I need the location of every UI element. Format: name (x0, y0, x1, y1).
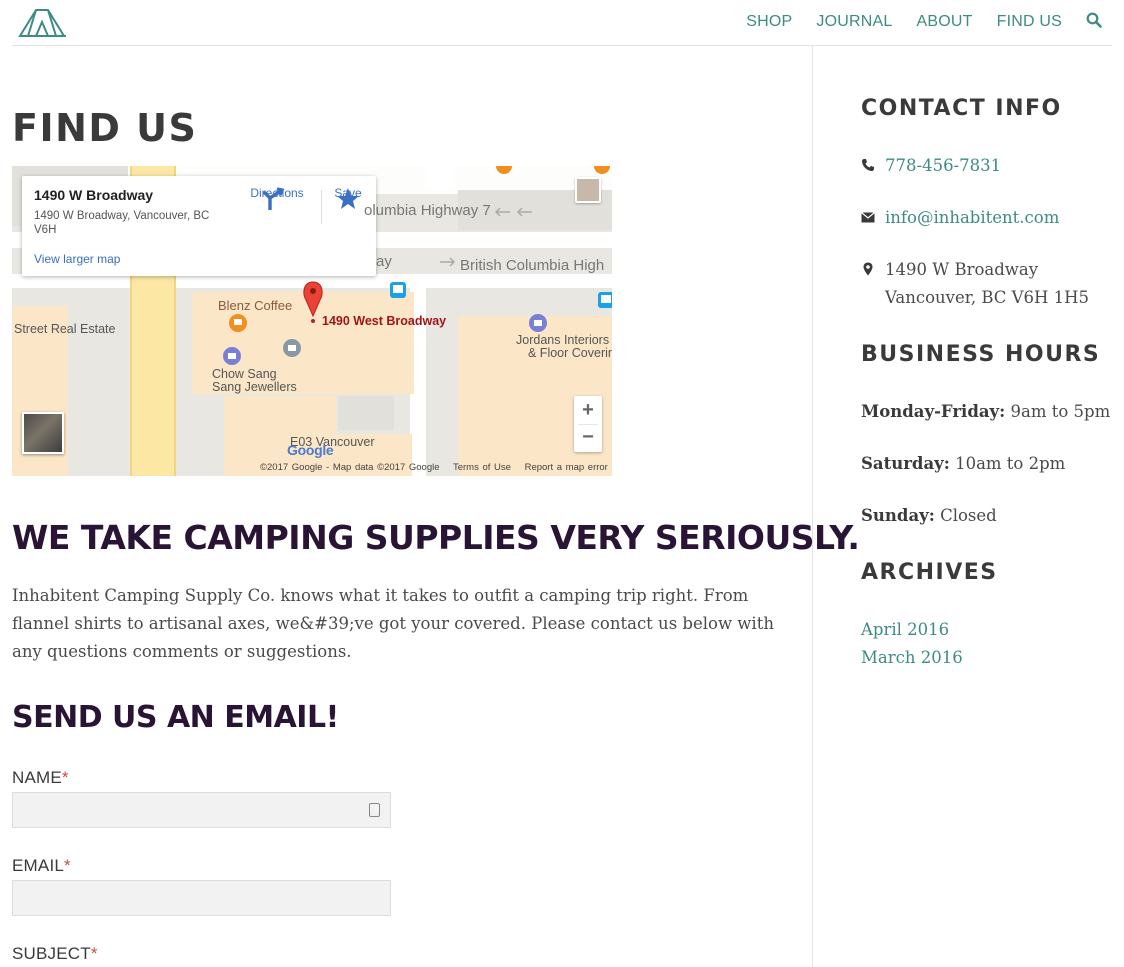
nav-about[interactable]: ABOUT (916, 13, 972, 31)
map-zoom-control: + − (574, 396, 602, 452)
nav-shop[interactable]: SHOP (746, 13, 792, 31)
map-place-address: 1490 W Broadway, Vancouver, BC V6H (34, 210, 210, 236)
hours-row: Saturday: 10am to 2pm (861, 450, 1065, 478)
required-mark: * (90, 944, 98, 963)
email-form-title: SEND US AN EMAIL! (12, 700, 339, 735)
headline: WE TAKE CAMPING SUPPLIES VERY SERIOUSLY. (12, 518, 860, 557)
email-input[interactable] (12, 880, 391, 916)
hours-time: 9am to 5pm (1010, 402, 1111, 421)
required-mark: * (64, 856, 71, 875)
map-poi-label: Sang Jewellers (212, 380, 297, 394)
address-line-1: 1490 W Broadway (885, 260, 1039, 279)
phone-link[interactable]: 778-456-7831 (885, 156, 1001, 175)
user-avatar[interactable] (575, 177, 601, 203)
map-poi-label: Blenz Coffee (218, 298, 293, 313)
business-hours-title: BUSINESS HOURS (861, 342, 1101, 367)
tent-logo-icon[interactable] (18, 4, 68, 38)
contact-phone: 778-456-7831 (861, 152, 1001, 180)
name-label-text: NAME (12, 768, 62, 787)
email-label: EMAIL* (12, 856, 71, 876)
map-marker-icon (863, 262, 873, 276)
contact-card-icon (369, 803, 380, 817)
main-nav: SHOP JOURNAL ABOUT FIND US (722, 0, 1112, 44)
hours-row: Sunday: Closed (861, 502, 997, 530)
email-link[interactable]: info@inhabitent.com (885, 208, 1059, 227)
envelope-icon (861, 212, 875, 223)
map-road-label: British Columbia High (460, 257, 605, 274)
map-road-label: olumbia Highway 7 (364, 202, 491, 219)
hours-time: 10am to 2pm (955, 454, 1066, 473)
archive-link-april-2016[interactable]: April 2016 (861, 616, 949, 644)
satellite-toggle[interactable] (22, 412, 64, 454)
save-button[interactable]: Save (326, 186, 370, 209)
embedded-map[interactable]: 1490 W Broadway 1490 W Broadway, Vancouv… (12, 166, 612, 476)
address-line-2: Vancouver, BC V6H 1H5 (885, 288, 1090, 307)
map-attribution: ©2017 Google - Map data ©2017 Google Ter… (260, 462, 612, 473)
hours-day: Sunday: (861, 506, 935, 525)
google-logo: Google (287, 442, 334, 458)
archives-title: ARCHIVES (861, 560, 998, 585)
phone-icon (862, 159, 874, 171)
report-map-error-link[interactable]: Report a map error (525, 462, 608, 473)
nav-find-us[interactable]: FIND US (997, 13, 1062, 31)
zoom-in-button[interactable]: + (574, 396, 602, 424)
contact-address: 1490 W Broadway Vancouver, BC V6H 1H5 (861, 256, 1089, 312)
name-input[interactable] (12, 792, 391, 828)
hours-row: Monday-Friday: 9am to 5pm (861, 398, 1110, 426)
site-header: SHOP JOURNAL ABOUT FIND US (12, 0, 1112, 46)
view-larger-map-link[interactable]: View larger map (34, 252, 120, 266)
email-label-text: EMAIL (12, 856, 65, 875)
map-poi-label: & Floor Covering (528, 346, 612, 360)
nav-journal[interactable]: JOURNAL (816, 13, 892, 31)
map-place-name: 1490 W Broadway (34, 187, 154, 203)
sidebar-divider (812, 46, 813, 967)
contact-email: info@inhabitent.com (861, 204, 1059, 232)
required-mark: * (61, 768, 69, 787)
terms-of-use-link[interactable]: Terms of Use (453, 462, 511, 473)
subject-label-text: SUBJECT (12, 944, 91, 963)
directions-button[interactable]: Directions (244, 186, 310, 210)
map-poi-label: Street Real Estate (14, 322, 116, 336)
hours-time: Closed (940, 506, 997, 525)
hours-day: Monday-Friday: (861, 402, 1006, 421)
map-data-credit: ©2017 Google - Map data ©2017 Google (260, 462, 440, 473)
map-pin-label: 1490 West Broadway (322, 314, 447, 328)
contact-info-title: CONTACT INFO (861, 96, 1062, 121)
hours-day: Saturday: (861, 454, 950, 473)
map-card-separator (321, 190, 322, 224)
page-title: FIND US (12, 106, 198, 150)
search-icon[interactable] (1086, 12, 1102, 28)
zoom-out-button[interactable]: − (574, 425, 602, 452)
intro-text: Inhabitent Camping Supply Co. knows what… (12, 586, 774, 661)
name-label: NAME* (12, 768, 69, 788)
subject-label: SUBJECT* (12, 944, 98, 964)
map-road-label: ay (376, 253, 392, 270)
archive-link-march-2016[interactable]: March 2016 (861, 644, 963, 672)
directions-icon (262, 187, 285, 210)
map-place-card: 1490 W Broadway 1490 W Broadway, Vancouv… (22, 176, 376, 276)
